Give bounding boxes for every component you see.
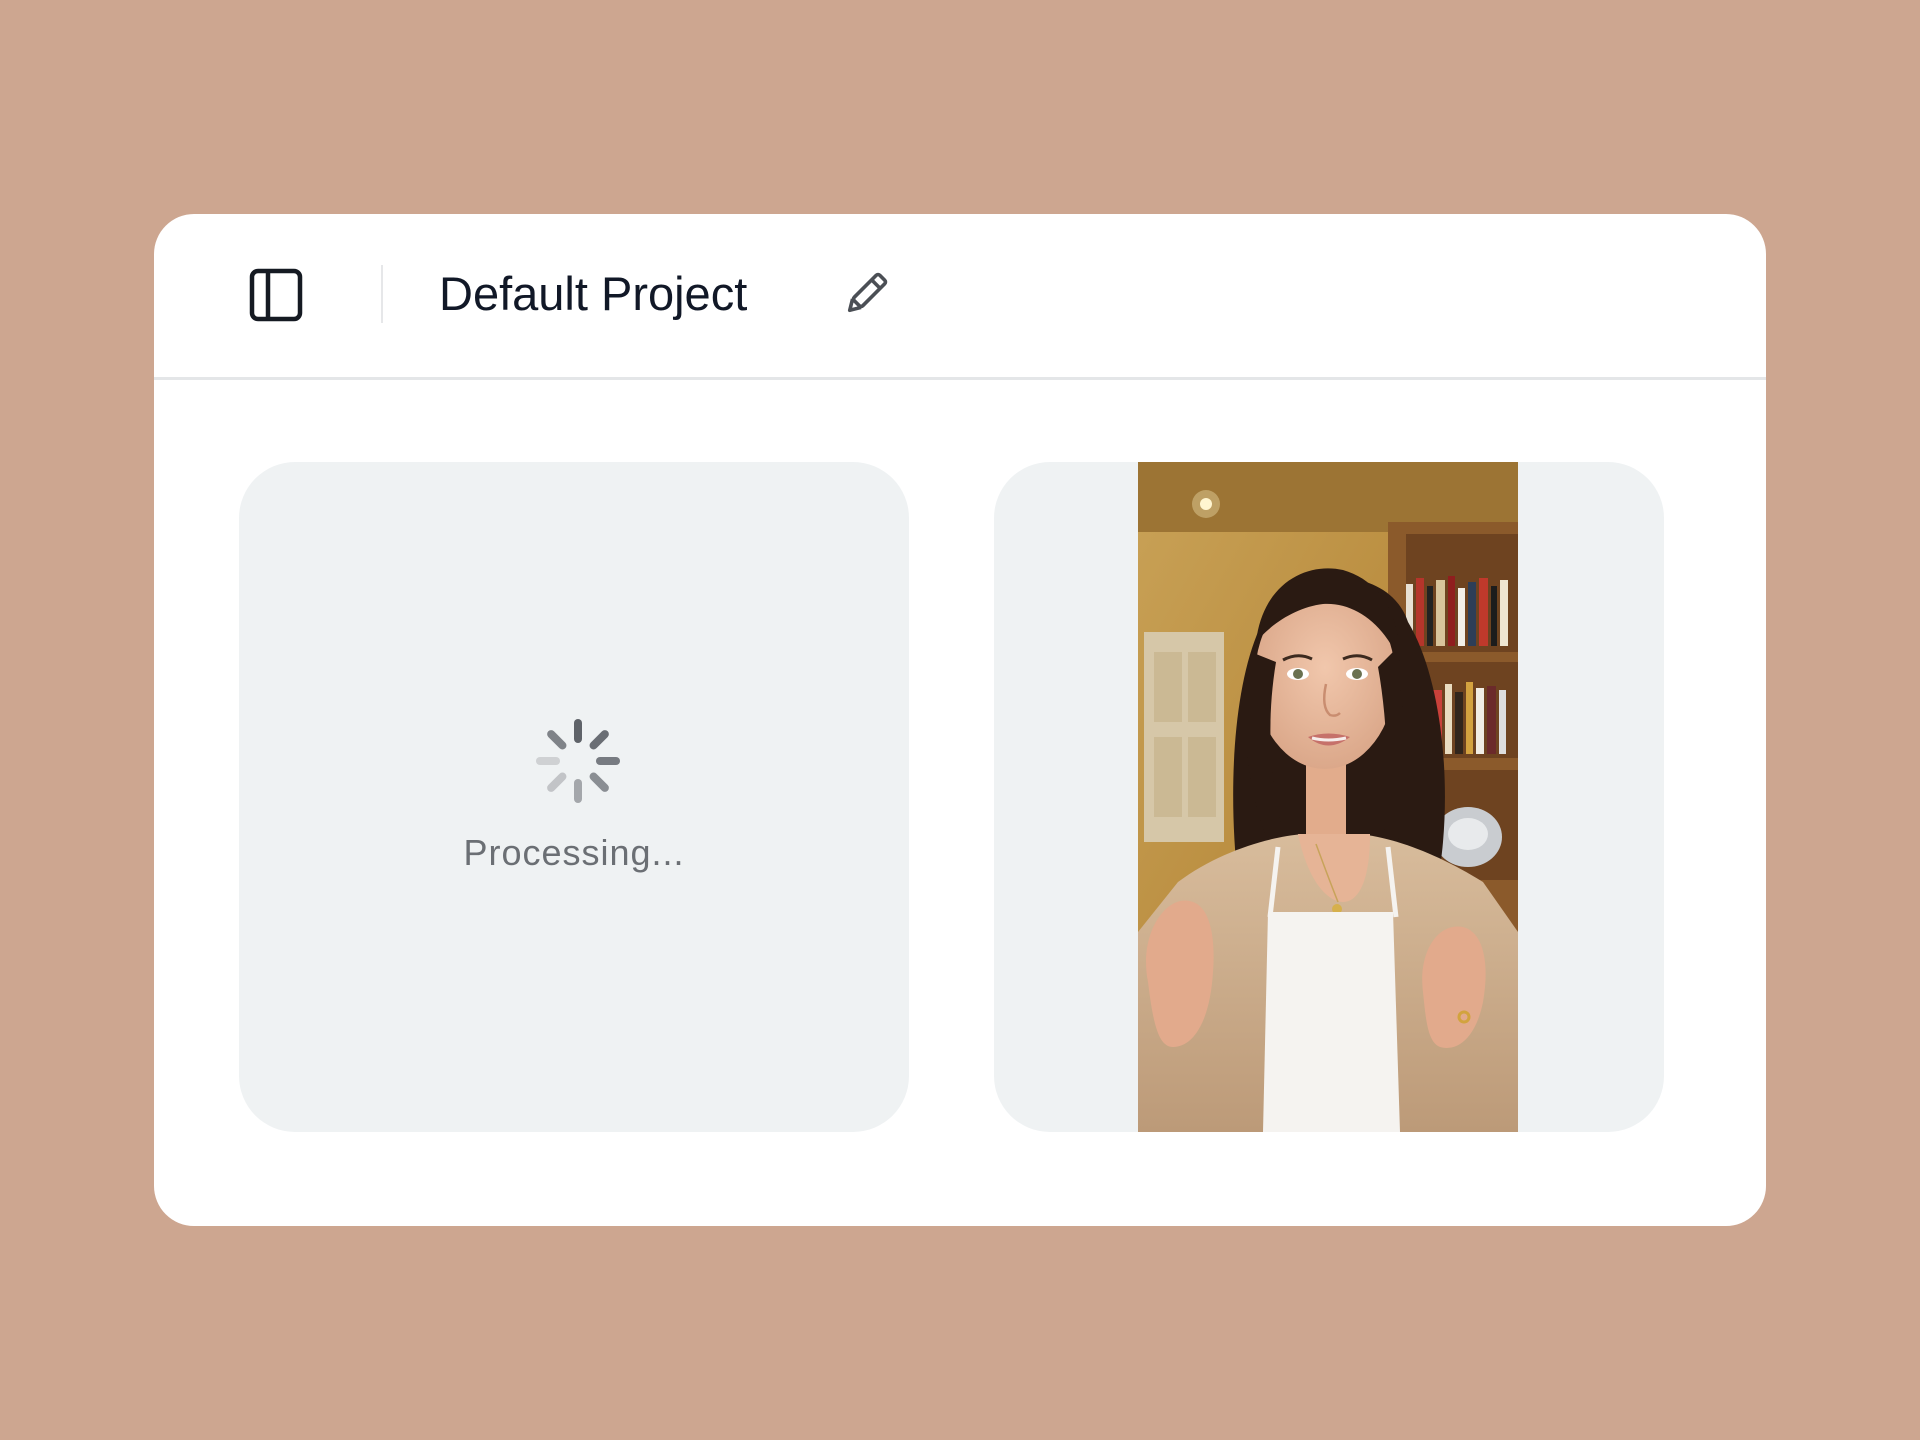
app-window: Default Project Processing...: [154, 214, 1766, 1226]
sidebar-panel-icon: [249, 268, 303, 322]
video-card: [994, 462, 1664, 1132]
processing-card: Processing...: [239, 462, 909, 1132]
loading-spinner-icon: [534, 717, 622, 805]
video-thumbnail[interactable]: [1138, 462, 1518, 1132]
header-divider: [381, 265, 383, 323]
header-bar: Default Project: [154, 214, 1766, 380]
edit-title-button[interactable]: [841, 269, 891, 319]
project-title: Default Project: [439, 267, 748, 320]
processing-status-text: Processing...: [463, 832, 685, 873]
sidebar-toggle-button[interactable]: [248, 267, 304, 323]
pencil-icon: [847, 272, 888, 313]
